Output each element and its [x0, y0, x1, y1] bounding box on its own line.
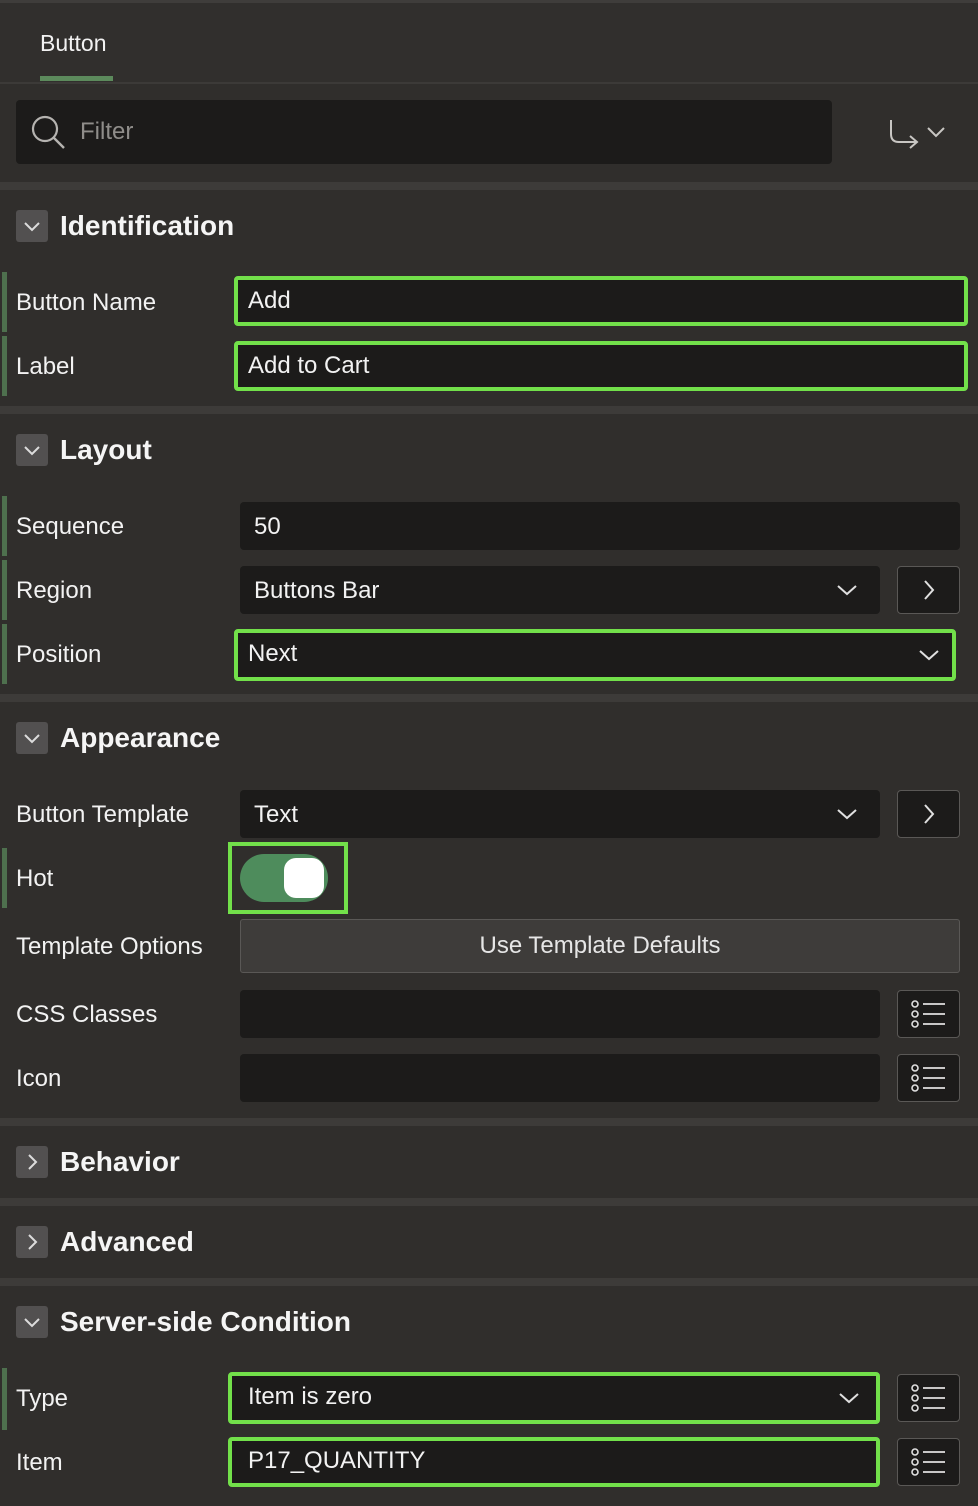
chevron-right-icon	[28, 1154, 38, 1170]
section-title-advanced[interactable]: Advanced	[60, 1226, 194, 1258]
hot-label: Hot	[16, 865, 54, 892]
chevron-right-icon	[923, 580, 934, 600]
hot-toggle[interactable]	[240, 854, 328, 902]
item-value: P17_QUANTITY	[248, 1447, 426, 1474]
chevron-down-icon	[24, 1318, 40, 1328]
position-label: Position	[16, 641, 102, 668]
item-list-button[interactable]	[897, 1438, 960, 1486]
hot-toggle-highlight	[228, 842, 348, 914]
type-label: Type	[16, 1385, 69, 1412]
button-template-label: Button Template	[16, 801, 190, 828]
region-go-to-button[interactable]	[897, 566, 960, 614]
position-value: Next	[248, 640, 298, 667]
row-modified-indicator	[2, 560, 7, 620]
label-field[interactable]: Add to Cart	[234, 341, 968, 391]
chevron-down-icon	[919, 650, 939, 661]
go-to-group-icon[interactable]	[886, 114, 950, 150]
region-value: Buttons Bar	[254, 577, 380, 604]
section-divider	[0, 182, 978, 190]
behavior-expand-toggle[interactable]	[16, 1146, 48, 1178]
tab-button[interactable]: Button	[40, 30, 107, 57]
tab-active-indicator	[40, 76, 113, 81]
icon-list-button[interactable]	[897, 1054, 960, 1102]
appearance-collapse-toggle[interactable]	[16, 722, 48, 754]
type-value: Item is zero	[248, 1383, 373, 1410]
section-divider	[0, 694, 978, 702]
chevron-right-icon	[923, 804, 934, 824]
row-modified-indicator	[2, 1368, 7, 1430]
item-label: Item	[16, 1449, 63, 1476]
section-title-behavior[interactable]: Behavior	[60, 1146, 180, 1178]
button-template-go-to-button[interactable]	[897, 790, 960, 838]
hot-toggle-knob	[284, 858, 324, 898]
list-icon	[910, 1448, 945, 1476]
row-modified-indicator	[2, 848, 7, 908]
advanced-expand-toggle[interactable]	[16, 1226, 48, 1258]
chevron-right-icon	[28, 1234, 38, 1250]
layout-collapse-toggle[interactable]	[16, 434, 48, 466]
section-divider	[0, 1278, 978, 1286]
list-icon	[910, 1384, 945, 1412]
icon-field[interactable]	[240, 1054, 880, 1102]
chevron-down-icon	[839, 1393, 859, 1404]
icon-label: Icon	[16, 1065, 62, 1092]
filter-input[interactable]	[16, 100, 832, 164]
search-icon	[30, 114, 66, 150]
row-modified-indicator	[2, 624, 7, 684]
type-select[interactable]: Item is zero	[228, 1372, 880, 1424]
chevron-down-icon	[24, 734, 40, 744]
filter-placeholder: Filter	[80, 118, 134, 145]
template-options-label: Template Options	[16, 933, 203, 960]
row-modified-indicator	[2, 272, 7, 332]
section-title-server-side-condition: Server-side Condition	[60, 1306, 351, 1337]
list-icon	[910, 1064, 945, 1092]
button-template-value: Text	[254, 801, 299, 828]
type-list-button[interactable]	[897, 1374, 960, 1422]
item-field[interactable]: P17_QUANTITY	[228, 1437, 880, 1487]
chevron-down-icon	[24, 222, 40, 232]
use-template-defaults-button[interactable]: Use Template Defaults	[240, 919, 960, 973]
button-template-select[interactable]: Text	[240, 790, 880, 838]
region-select[interactable]: Buttons Bar	[240, 566, 880, 614]
css-classes-field[interactable]	[240, 990, 880, 1038]
sequence-field[interactable]: 50	[240, 502, 960, 550]
position-select[interactable]: Next	[234, 629, 956, 681]
sequence-value: 50	[254, 513, 281, 540]
sequence-label: Sequence	[16, 513, 125, 540]
button-name-field[interactable]: Add	[234, 276, 968, 326]
list-icon	[910, 1000, 945, 1028]
tab-bar	[0, 0, 978, 84]
section-title-identification: Identification	[60, 210, 235, 241]
label-label: Label	[16, 353, 75, 380]
section-title-layout: Layout	[60, 434, 152, 465]
section-title-appearance: Appearance	[60, 722, 221, 753]
identification-collapse-toggle[interactable]	[16, 210, 48, 242]
region-label: Region	[16, 577, 93, 604]
chevron-down-icon	[837, 809, 857, 820]
css-classes-label: CSS Classes	[16, 1001, 158, 1028]
section-divider	[0, 1198, 978, 1206]
button-name-label: Button Name	[16, 289, 157, 316]
chevron-down-icon	[24, 446, 40, 456]
row-modified-indicator	[2, 336, 7, 396]
button-name-value: Add	[248, 287, 291, 314]
label-value: Add to Cart	[248, 352, 370, 379]
chevron-down-icon	[837, 585, 857, 596]
row-modified-indicator	[2, 496, 7, 556]
css-classes-list-button[interactable]	[897, 990, 960, 1038]
server-side-condition-collapse-toggle[interactable]	[16, 1306, 48, 1338]
section-divider	[0, 406, 978, 414]
section-divider	[0, 1118, 978, 1126]
